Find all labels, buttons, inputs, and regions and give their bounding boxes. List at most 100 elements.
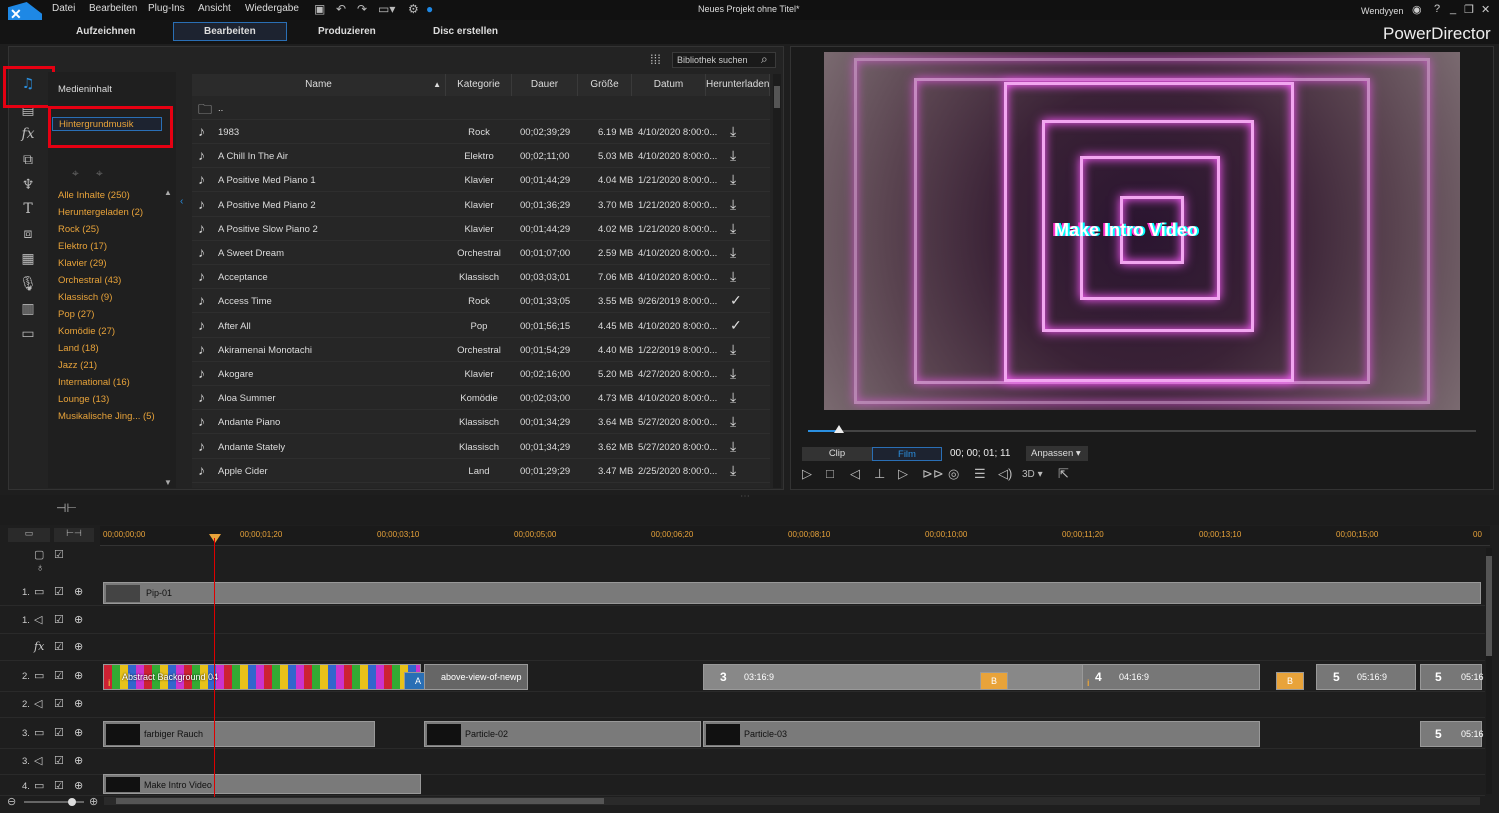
table-row[interactable]: ♪ Apple Cider Land 00;01;29;29 3.47 MB 2…	[192, 459, 770, 483]
downloaded-check-icon[interactable]: ✓	[730, 292, 742, 309]
track-enable-check-icon[interactable]: ☑	[54, 669, 64, 682]
next-frame-icon[interactable]: ▷	[898, 466, 908, 482]
download-icon[interactable]: ⤓	[730, 438, 736, 455]
download-icon[interactable]: ⤓	[730, 389, 736, 406]
help-icon[interactable]: ?	[1434, 3, 1440, 15]
table-row[interactable]: ♪ Aloa Summer Komödie 00;02;03;00 4.73 M…	[192, 386, 770, 411]
track-enable-check-icon[interactable]: ☑	[54, 726, 64, 739]
preview-scrubber[interactable]	[808, 425, 1476, 433]
download-icon[interactable]: ⤓	[730, 244, 736, 261]
undock-icon[interactable]: ⇱	[1058, 466, 1069, 482]
lock-icon[interactable]: ⊕	[74, 669, 83, 682]
category-item[interactable]: Rock (25)	[58, 224, 99, 235]
table-row[interactable]: ♪ Akiramenai Monotachi Orchestral 00;01;…	[192, 338, 770, 362]
table-row[interactable]: ♪ A Chill In The Air Elektro 00;02;11;00…	[192, 144, 770, 169]
timeline-hscroll[interactable]	[104, 797, 1480, 805]
track-view-icon[interactable]: ▢	[34, 548, 44, 561]
transition-b[interactable]: B	[980, 672, 1008, 690]
category-item[interactable]: Elektro (17)	[58, 241, 107, 252]
settings-gear-icon[interactable]: ⚙	[408, 2, 419, 16]
col-kategorie[interactable]: Kategorie	[446, 74, 512, 96]
splitter-handle-icon[interactable]: ⋯	[740, 491, 750, 502]
download-icon[interactable]: ⤓	[730, 365, 736, 382]
chapter-icon[interactable]: ▥	[18, 301, 38, 317]
download-icon[interactable]: ⤓	[730, 123, 736, 140]
mode-produzieren[interactable]: Produzieren	[318, 26, 376, 37]
lock-icon[interactable]: ⊕	[74, 754, 83, 767]
aspect-ratio-icon[interactable]: ▭▾	[378, 2, 395, 16]
film-toggle[interactable]: Film	[872, 447, 942, 461]
user-name[interactable]: Wendyyen	[1361, 6, 1403, 16]
transition-b2[interactable]: B	[1276, 672, 1304, 690]
category-item[interactable]: Orchestral (43)	[58, 275, 121, 286]
category-item[interactable]: Lounge (13)	[58, 394, 109, 405]
track-vscroll[interactable]	[1486, 548, 1492, 794]
category-item[interactable]: International (16)	[58, 377, 130, 388]
collapse-panel-icon[interactable]: ‹	[180, 196, 183, 207]
clip-title-5c[interactable]: 5 05:16	[1420, 721, 1484, 747]
lock-icon[interactable]: ⊕	[74, 726, 83, 739]
category-item[interactable]: Alle Inhalte (250)	[58, 190, 130, 201]
prev-frame-icon[interactable]: ◁	[850, 466, 860, 482]
table-row-parent[interactable]: 🗀 ..	[192, 96, 770, 120]
category-item[interactable]: Pop (27)	[58, 309, 94, 320]
category-item[interactable]: Jazz (21)	[58, 360, 97, 371]
content-title[interactable]: Medieninhalt	[58, 84, 112, 95]
timecode[interactable]: 00; 00; 01; 11	[950, 448, 1010, 459]
title-icon[interactable]: T	[18, 201, 38, 217]
save-icon[interactable]: ▣	[314, 2, 325, 16]
clip-make-intro-video[interactable]: Make Intro Video	[103, 774, 421, 794]
scroll-down-icon[interactable]: ▼	[164, 478, 172, 487]
audio-mixing-icon[interactable]: ▦	[18, 251, 38, 267]
table-row[interactable]: ♪ Akogare Klavier 00;02;16;00 5.20 MB 4/…	[192, 362, 770, 386]
play-icon[interactable]: ▷	[802, 466, 812, 482]
clip-farbiger-rauch[interactable]: farbiger Rauch	[103, 721, 375, 747]
clip-title-3[interactable]: 3 03:16:9	[703, 664, 1089, 690]
effects-icon[interactable]: fx	[18, 126, 38, 142]
col-dauer[interactable]: Dauer	[512, 74, 578, 96]
track-enable-check-icon[interactable]: ☑	[54, 585, 64, 598]
clip-toggle[interactable]: Clip	[802, 447, 872, 461]
table-row[interactable]: ♪ 1983 Rock 00;02;39;29 6.19 MB 4/10/202…	[192, 120, 770, 144]
tag-remove-icon[interactable]: ⌖	[96, 166, 103, 181]
download-icon[interactable]: ⤓	[730, 220, 736, 237]
table-row[interactable]: ♪ After All Pop 00;01;56;15 4.45 MB 4/10…	[192, 314, 770, 338]
download-icon[interactable]: ⤓	[730, 171, 736, 188]
playhead-marker-icon[interactable]	[209, 534, 221, 543]
clip-above-view[interactable]: above-view-of-newp	[424, 664, 528, 690]
lock-icon[interactable]: ⊕	[74, 613, 83, 626]
clip-particle-03[interactable]: Particle-03	[703, 721, 1260, 747]
table-row[interactable]: ♪ Access Time Rock 00;01;33;05 3.55 MB 9…	[192, 289, 770, 314]
category-item[interactable]: Heruntergeladen (2)	[58, 207, 143, 218]
mode-aufzeichnen[interactable]: Aufzeichnen	[76, 26, 135, 37]
download-icon[interactable]: ⤓	[730, 268, 736, 285]
user-avatar-icon[interactable]: ◉	[1412, 3, 1422, 16]
notification-icon[interactable]: ●	[426, 2, 433, 16]
zoom-out-icon[interactable]: ⊖	[7, 795, 16, 808]
redo-icon[interactable]: ↷	[357, 2, 367, 16]
track-enable-check-icon[interactable]: ☑	[54, 754, 64, 767]
download-icon[interactable]: ⤓	[730, 341, 736, 358]
fit-dropdown[interactable]: Anpassen ▾	[1026, 446, 1088, 461]
category-item[interactable]: Land (18)	[58, 343, 99, 354]
download-icon[interactable]: ⤓	[730, 147, 736, 164]
mode-3d-button[interactable]: 3D ▾	[1022, 469, 1043, 480]
table-row[interactable]: ♪ A Sweet Dream Orchestral 00;01;07;00 2…	[192, 241, 770, 265]
particle-icon[interactable]: ♆	[18, 177, 38, 193]
track-enable-check-icon[interactable]: ☑	[54, 613, 64, 626]
col-herunterladen[interactable]: Herunterladen	[706, 74, 770, 96]
track-enable-check-icon[interactable]: ☑	[54, 640, 64, 653]
track-enable-check-icon[interactable]: ☑	[54, 779, 64, 792]
clip-abstract-background[interactable]: Abstract Background 04 i	[103, 664, 421, 690]
lock-icon[interactable]: ⊕	[74, 640, 83, 653]
table-row[interactable]: ♪ Andante Stately Klassisch 00;01;34;29 …	[192, 435, 770, 459]
col-name[interactable]: Name ▲	[192, 74, 446, 96]
col-groesse[interactable]: Größe	[578, 74, 632, 96]
timeline-zoom-icon[interactable]: ⊢⊣	[54, 528, 94, 542]
stop-icon[interactable]: □	[826, 466, 834, 481]
marker-icon[interactable]: ♁	[36, 562, 44, 574]
grid-view-icon[interactable]: ⁞⁞⁞	[650, 52, 661, 67]
mode-bearbeiten[interactable]: Bearbeiten	[173, 22, 287, 41]
downloaded-check-icon[interactable]: ✓	[730, 317, 742, 334]
scroll-up-icon[interactable]: ▲	[164, 188, 172, 197]
